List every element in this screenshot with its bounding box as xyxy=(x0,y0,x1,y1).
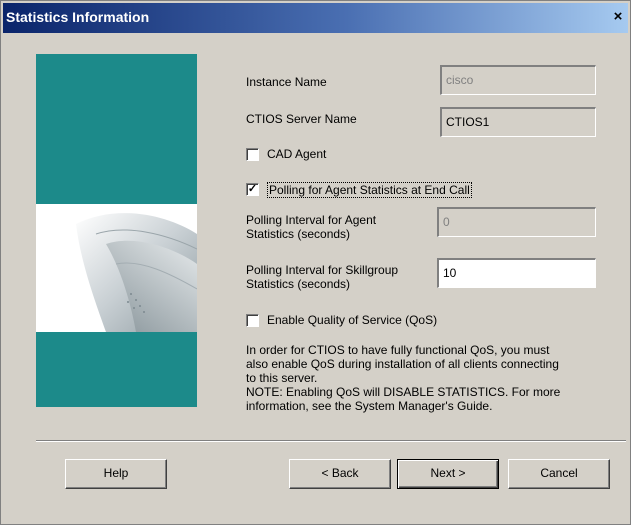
qos-label: Enable Quality of Service (QoS) xyxy=(267,313,438,327)
polling-box[interactable]: ✓ xyxy=(246,183,259,196)
info-line-3: to this server. xyxy=(246,371,318,385)
polling-label: Polling for Agent Statistics at End Call xyxy=(267,182,472,198)
info-line-1: In order for CTIOS to have fully functio… xyxy=(246,343,550,357)
cad-agent-box[interactable] xyxy=(246,148,259,161)
skill-interval-field[interactable]: 10 xyxy=(437,258,596,288)
dialog-title: Statistics Information xyxy=(6,9,150,25)
info-line-5: information, see the System Manager's Gu… xyxy=(246,399,493,413)
paper-curl-graphic xyxy=(76,213,197,332)
cad-agent-label: CAD Agent xyxy=(267,147,327,161)
info-line-4: NOTE: Enabling QoS will DISABLE STATISTI… xyxy=(246,385,561,399)
skill-interval-label-line2: Statistics (seconds) xyxy=(246,277,351,291)
instance-name-label: Instance Name xyxy=(246,75,327,89)
skill-interval-label: Polling Interval for Skillgroup Statisti… xyxy=(246,263,398,291)
agent-interval-label: Polling Interval for Agent Statistics (s… xyxy=(246,213,376,241)
qos-box[interactable] xyxy=(246,314,259,327)
statistics-dialog: Statistics Information × Instance Name c… xyxy=(0,0,631,525)
title-bar[interactable]: Statistics Information × xyxy=(3,3,628,33)
agent-interval-label-line2: Statistics (seconds) xyxy=(246,227,351,241)
back-button[interactable]: < Back xyxy=(289,459,391,489)
ctios-server-field[interactable]: CTIOS1 xyxy=(440,107,596,137)
agent-interval-label-line1: Polling Interval for Agent xyxy=(246,213,377,227)
agent-interval-field[interactable]: 0 xyxy=(437,207,596,237)
help-button[interactable]: Help xyxy=(65,459,167,489)
cancel-button[interactable]: Cancel xyxy=(508,459,610,489)
ctios-server-label: CTIOS Server Name xyxy=(246,112,357,126)
next-button[interactable]: Next > xyxy=(397,459,499,489)
close-icon[interactable]: × xyxy=(608,8,628,26)
skill-interval-label-line1: Polling Interval for Skillgroup xyxy=(246,263,399,277)
instance-name-field[interactable]: cisco xyxy=(440,65,596,95)
info-line-2: also enable QoS during installation of a… xyxy=(246,357,559,371)
button-separator xyxy=(36,440,626,442)
wizard-banner-image xyxy=(36,54,197,407)
qos-info-text: In order for CTIOS to have fully functio… xyxy=(246,343,626,413)
